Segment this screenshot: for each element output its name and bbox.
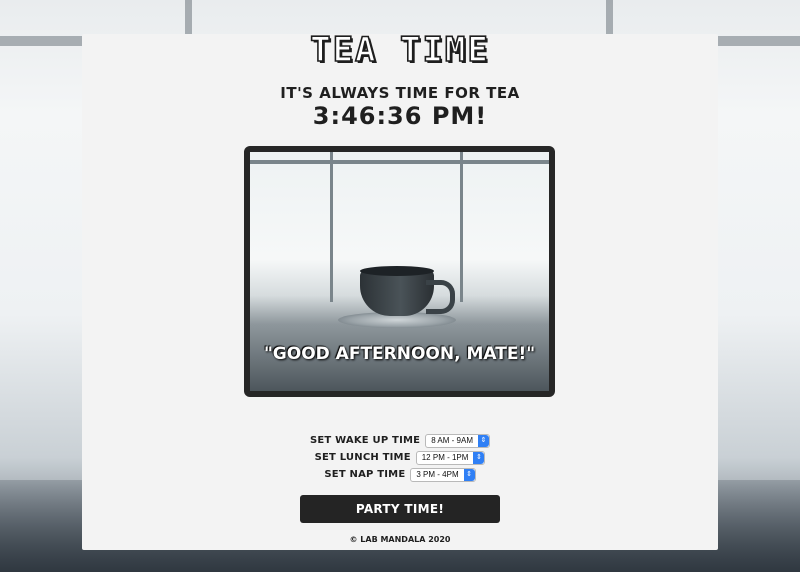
wake-time-select[interactable]: 8 AM - 9AM ⇕ [425, 433, 490, 448]
main-panel: TEA TIME IT'S ALWAYS TIME FOR TEA 3:46:3… [82, 29, 718, 550]
lunch-time-select[interactable]: 12 PM - 1PM ⇕ [415, 450, 486, 465]
window-frame-line [250, 160, 549, 164]
tea-photo-frame: "GOOD AFTERNOON, MATE!" [244, 146, 555, 397]
chevron-updown-icon: ⇕ [477, 434, 489, 447]
chevron-updown-icon: ⇕ [473, 451, 485, 464]
party-time-button[interactable]: PARTY TIME! [300, 495, 500, 523]
footer-copyright: © LAB MANDALA 2020 [349, 535, 451, 544]
window-frame-line [460, 152, 463, 302]
teacup-handle [426, 280, 455, 314]
wake-time-label: SET WAKE UP TIME [310, 435, 421, 446]
lunch-time-label: SET LUNCH TIME [314, 452, 411, 463]
page-title: TEA TIME [309, 29, 490, 71]
chevron-updown-icon: ⇕ [463, 468, 475, 481]
page-subtitle: IT'S ALWAYS TIME FOR TEA [280, 84, 520, 102]
nap-time-label: SET NAP TIME [324, 469, 406, 480]
window-frame-line [330, 152, 333, 302]
clock-display: 3:46:36 PM! [312, 102, 488, 130]
time-settings: SET WAKE UP TIME 8 AM - 9AM ⇕ SET LUNCH … [82, 432, 718, 483]
nap-time-value: 3 PM - 4PM [416, 469, 459, 479]
wake-time-value: 8 AM - 9AM [431, 435, 473, 445]
lunch-time-row: SET LUNCH TIME 12 PM - 1PM ⇕ [82, 449, 718, 466]
nap-time-select[interactable]: 3 PM - 4PM ⇕ [410, 467, 476, 482]
teacup [360, 270, 434, 316]
teacup-rim [360, 266, 434, 276]
lunch-time-value: 12 PM - 1PM [421, 452, 469, 462]
greeting-quote: "GOOD AFTERNOON, MATE!" [263, 344, 536, 364]
nap-time-row: SET NAP TIME 3 PM - 4PM ⇕ [82, 466, 718, 483]
wake-time-row: SET WAKE UP TIME 8 AM - 9AM ⇕ [82, 432, 718, 449]
tea-photo: "GOOD AFTERNOON, MATE!" [250, 152, 549, 391]
